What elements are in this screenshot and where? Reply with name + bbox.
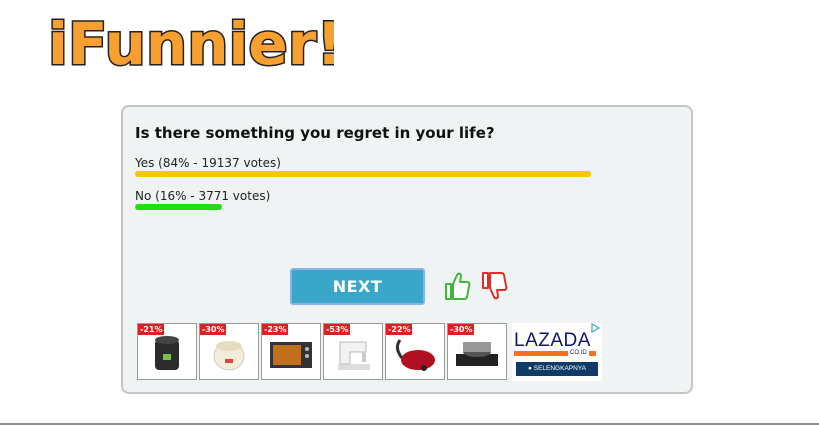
discount-badge: -30% (448, 324, 475, 335)
adchoices-icon[interactable] (590, 323, 600, 333)
ad-banner[interactable]: -21% -30% -23% -53% -22% -30% LAZADA CO.… (137, 323, 605, 381)
poll-option-no: No (16% - 3771 votes) (135, 189, 270, 210)
poll-question: Is there something you regret in your li… (135, 124, 495, 142)
ad-product-vacuum[interactable]: -22% (385, 323, 445, 380)
ad-product-oven[interactable]: -23% (261, 323, 321, 380)
poll-option-yes: Yes (84% - 19137 votes) (135, 156, 591, 177)
next-button[interactable]: NEXT (290, 268, 425, 305)
thumbs-down-icon[interactable] (480, 271, 508, 301)
poll-option-label: Yes (84% - 19137 votes) (135, 156, 281, 170)
ad-product-stove[interactable]: -30% (447, 323, 507, 380)
ad-product-sewing-machine[interactable]: -53% (323, 323, 383, 380)
discount-badge: -53% (324, 324, 351, 335)
poll-card: Is there something you regret in your li… (121, 105, 693, 394)
lazada-domain-suffix: CO.ID (568, 350, 589, 356)
ad-product-rice-cooker[interactable]: -21% (137, 323, 197, 380)
poll-option-label: No (16% - 3771 votes) (135, 189, 271, 203)
lazada-cta-label: SELENGKAPNYA (533, 365, 586, 372)
site-logo-text: iFunnier! (48, 10, 334, 76)
thumbs-up-icon[interactable] (443, 271, 471, 301)
lazada-cta-button[interactable]: ● SELENGKAPNYA (516, 362, 598, 376)
poll-result-bar (135, 171, 591, 177)
discount-badge: -21% (138, 324, 165, 335)
ad-product-rice-cooker-white[interactable]: -30% (199, 323, 259, 380)
site-logo[interactable]: iFunnier! (44, 8, 345, 80)
lazada-logo: LAZADA (514, 330, 591, 351)
discount-badge: -22% (386, 324, 413, 335)
poll-result-bar (135, 204, 222, 210)
discount-badge: -23% (262, 324, 289, 335)
discount-badge: -30% (200, 324, 227, 335)
lazada-ad[interactable]: LAZADA CO.ID ● SELENGKAPNYA (512, 323, 602, 381)
